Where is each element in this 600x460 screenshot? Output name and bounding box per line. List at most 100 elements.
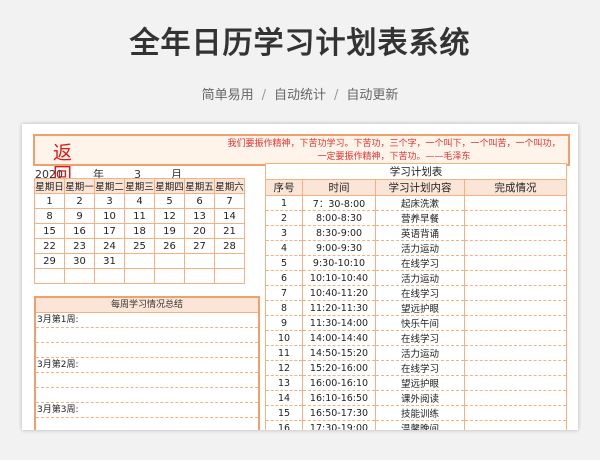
plan-status-cell[interactable] — [464, 345, 567, 361]
plan-time-cell[interactable]: 16:50-17:30 — [302, 405, 376, 421]
calendar-day-cell[interactable]: 4 — [124, 193, 155, 209]
plan-index-cell[interactable]: 7 — [265, 285, 303, 301]
plan-status-cell[interactable] — [464, 420, 567, 430]
plan-index-cell[interactable]: 16 — [265, 420, 303, 430]
plan-time-cell[interactable]: 11:30-14:00 — [302, 315, 376, 331]
plan-index-cell[interactable]: 2 — [265, 210, 303, 226]
plan-status-cell[interactable] — [464, 195, 567, 211]
calendar-day-cell[interactable]: 17 — [94, 223, 125, 239]
calendar-day-cell[interactable]: 5 — [154, 193, 185, 209]
plan-time-cell[interactable]: 15:20-16:00 — [302, 360, 376, 376]
plan-time-cell[interactable]: 9:30-10:10 — [302, 255, 376, 271]
calendar-day-cell[interactable]: 28 — [214, 238, 245, 254]
plan-content-cell[interactable]: 望远护眼 — [375, 375, 465, 391]
plan-status-cell[interactable] — [464, 285, 567, 301]
plan-content-cell[interactable]: 技能训练 — [375, 405, 465, 421]
calendar-day-cell[interactable]: 13 — [184, 208, 215, 224]
plan-time-cell[interactable]: 16:10-16:50 — [302, 390, 376, 406]
calendar-day-cell[interactable]: 7 — [214, 193, 245, 209]
plan-time-cell[interactable]: 7：30-8:00 — [302, 195, 376, 211]
calendar-day-cell[interactable] — [64, 268, 95, 284]
plan-time-cell[interactable]: 10:10-10:40 — [302, 270, 376, 286]
calendar-day-cell[interactable]: 31 — [94, 253, 125, 269]
plan-content-cell[interactable]: 英语背诵 — [375, 225, 465, 241]
plan-index-cell[interactable]: 6 — [265, 270, 303, 286]
plan-index-cell[interactable]: 4 — [265, 240, 303, 256]
calendar-day-cell[interactable]: 6 — [184, 193, 215, 209]
plan-content-cell[interactable]: 在线学习 — [375, 360, 465, 376]
calendar-day-cell[interactable]: 12 — [154, 208, 185, 224]
calendar-day-cell[interactable]: 23 — [64, 238, 95, 254]
plan-status-cell[interactable] — [464, 225, 567, 241]
calendar-day-cell[interactable]: 10 — [94, 208, 125, 224]
calendar-day-cell[interactable]: 29 — [34, 253, 65, 269]
calendar-day-cell[interactable]: 11 — [124, 208, 155, 224]
plan-status-cell[interactable] — [464, 270, 567, 286]
summary-line[interactable] — [36, 328, 258, 343]
plan-content-cell[interactable]: 营养早餐 — [375, 210, 465, 226]
plan-time-cell[interactable]: 14:00-14:40 — [302, 330, 376, 346]
calendar-day-cell[interactable] — [34, 268, 65, 284]
week3-label[interactable]: 3月第3周: — [36, 403, 258, 418]
plan-content-cell[interactable]: 在线学习 — [375, 255, 465, 271]
calendar-day-cell[interactable]: 21 — [214, 223, 245, 239]
calendar-day-cell[interactable]: 3 — [94, 193, 125, 209]
plan-content-cell[interactable]: 望远护眼 — [375, 300, 465, 316]
plan-status-cell[interactable] — [464, 390, 567, 406]
calendar-day-cell[interactable]: 15 — [34, 223, 65, 239]
summary-line[interactable] — [36, 373, 258, 388]
plan-content-cell[interactable]: 起床洗漱 — [375, 195, 465, 211]
calendar-day-cell[interactable]: 9 — [64, 208, 95, 224]
plan-content-cell[interactable]: 课外阅读 — [375, 390, 465, 406]
plan-index-cell[interactable]: 10 — [265, 330, 303, 346]
calendar-day-cell[interactable]: 30 — [64, 253, 95, 269]
plan-content-cell[interactable]: 活力运动 — [375, 345, 465, 361]
calendar-day-cell[interactable]: 14 — [214, 208, 245, 224]
plan-time-cell[interactable]: 8:30-9:00 — [302, 225, 376, 241]
calendar-day-cell[interactable] — [214, 268, 245, 284]
calendar-day-cell[interactable]: 16 — [64, 223, 95, 239]
calendar-day-cell[interactable] — [124, 253, 155, 269]
plan-time-cell[interactable]: 17:30-19:00 — [302, 420, 376, 430]
week2-label[interactable]: 3月第2周: — [36, 358, 258, 373]
calendar-day-cell[interactable] — [184, 253, 215, 269]
calendar-day-cell[interactable] — [184, 268, 215, 284]
plan-status-cell[interactable] — [464, 210, 567, 226]
calendar-day-cell[interactable] — [94, 268, 125, 284]
plan-index-cell[interactable]: 12 — [265, 360, 303, 376]
plan-status-cell[interactable] — [464, 360, 567, 376]
plan-status-cell[interactable] — [464, 315, 567, 331]
plan-index-cell[interactable]: 8 — [265, 300, 303, 316]
calendar-day-cell[interactable] — [154, 253, 185, 269]
week1-label[interactable]: 3月第1周: — [36, 313, 258, 328]
plan-time-cell[interactable]: 8:00-8:30 — [302, 210, 376, 226]
plan-content-cell[interactable]: 活力运动 — [375, 270, 465, 286]
plan-content-cell[interactable]: 温馨晚间 — [375, 420, 465, 430]
plan-time-cell[interactable]: 11:20-11:30 — [302, 300, 376, 316]
calendar-day-cell[interactable]: 1 — [34, 193, 65, 209]
plan-status-cell[interactable] — [464, 300, 567, 316]
plan-content-cell[interactable]: 在线学习 — [375, 285, 465, 301]
calendar-day-cell[interactable]: 20 — [184, 223, 215, 239]
summary-line[interactable] — [36, 388, 258, 403]
calendar-day-cell[interactable]: 26 — [154, 238, 185, 254]
plan-index-cell[interactable]: 14 — [265, 390, 303, 406]
calendar-day-cell[interactable] — [214, 253, 245, 269]
plan-status-cell[interactable] — [464, 375, 567, 391]
plan-index-cell[interactable]: 13 — [265, 375, 303, 391]
plan-index-cell[interactable]: 15 — [265, 405, 303, 421]
calendar-day-cell[interactable]: 19 — [154, 223, 185, 239]
plan-status-cell[interactable] — [464, 255, 567, 271]
calendar-day-cell[interactable]: 25 — [124, 238, 155, 254]
plan-index-cell[interactable]: 3 — [265, 225, 303, 241]
calendar-day-cell[interactable] — [124, 268, 155, 284]
plan-index-cell[interactable]: 9 — [265, 315, 303, 331]
plan-content-cell[interactable]: 快乐午间 — [375, 315, 465, 331]
plan-status-cell[interactable] — [464, 405, 567, 421]
plan-status-cell[interactable] — [464, 240, 567, 256]
plan-status-cell[interactable] — [464, 330, 567, 346]
plan-time-cell[interactable]: 14:50-15:20 — [302, 345, 376, 361]
calendar-day-cell[interactable]: 27 — [184, 238, 215, 254]
summary-line[interactable] — [36, 343, 258, 358]
calendar-day-cell[interactable]: 24 — [94, 238, 125, 254]
